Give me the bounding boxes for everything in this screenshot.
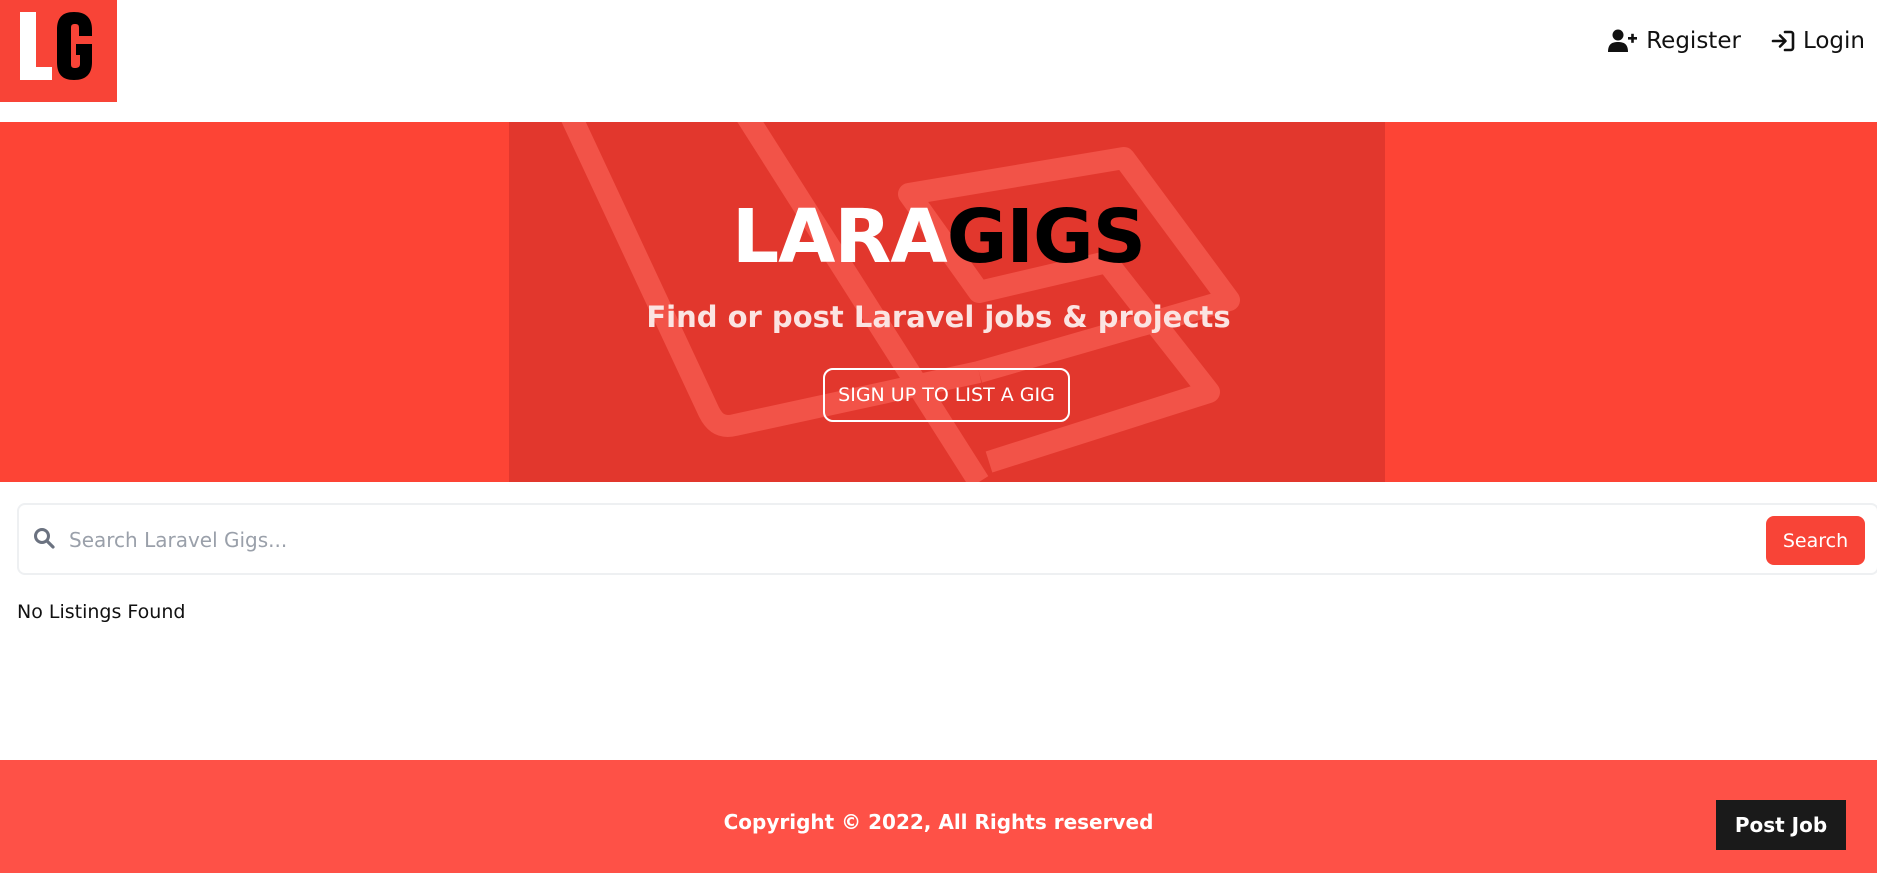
search-icon: [34, 528, 55, 549]
register-link[interactable]: Register: [1608, 28, 1741, 54]
post-job-button[interactable]: Post Job: [1716, 800, 1846, 850]
hero-title-lara: LARA: [732, 194, 948, 280]
register-label: Register: [1646, 28, 1741, 54]
site-header: Register Login: [0, 0, 1877, 122]
search-button[interactable]: Search: [1766, 516, 1865, 565]
signup-list-gig-button[interactable]: SIGN UP TO LIST A GIG: [823, 368, 1070, 422]
top-nav: Register Login: [1608, 28, 1865, 54]
hero-content: LARAGIGS Find or post Laravel jobs & pro…: [0, 122, 1877, 482]
hero-title: LARAGIGS: [0, 200, 1877, 274]
site-logo[interactable]: [0, 0, 117, 102]
footer-copyright: Copyright © 2022, All Rights reserved: [723, 810, 1154, 834]
hero-subtitle: Find or post Laravel jobs & projects: [646, 300, 1231, 334]
search-input[interactable]: [69, 519, 1759, 561]
user-plus-icon: [1608, 29, 1638, 52]
sign-in-icon: [1771, 30, 1795, 52]
hero-banner: LARAGIGS Find or post Laravel jobs & pro…: [0, 122, 1877, 482]
login-link[interactable]: Login: [1771, 28, 1865, 54]
hero-title-gigs: GIGS: [946, 194, 1146, 280]
no-listings-message: No Listings Found: [17, 601, 186, 623]
site-footer: Copyright © 2022, All Rights reserved Po…: [0, 760, 1877, 873]
logo-lg-icon: [20, 12, 92, 80]
login-label: Login: [1802, 28, 1865, 54]
search-bar: Search: [17, 503, 1877, 575]
